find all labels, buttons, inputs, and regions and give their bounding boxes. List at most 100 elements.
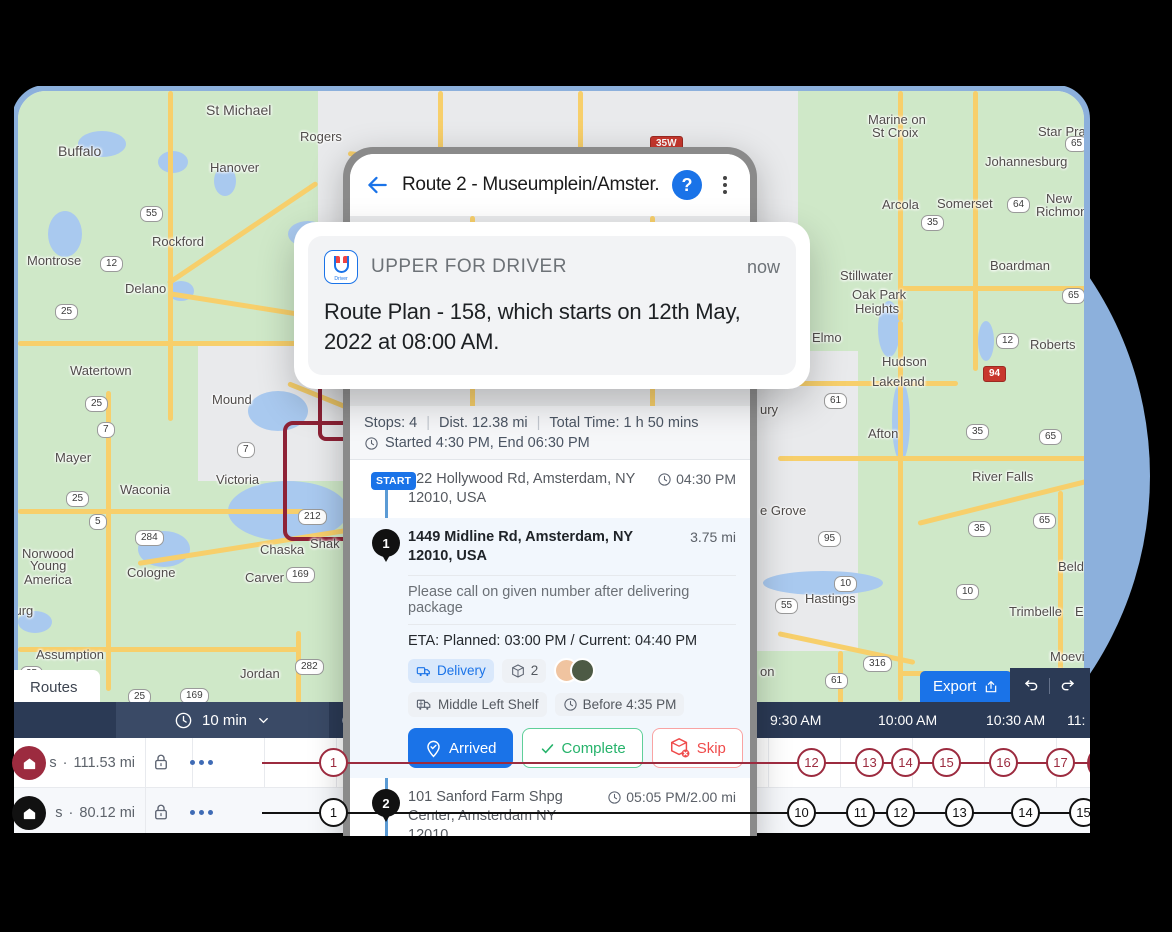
time-window-chip[interactable]: Before 4:35 PM bbox=[554, 693, 685, 716]
map-place-label: Hastings bbox=[805, 591, 856, 606]
map-highway bbox=[18, 509, 318, 514]
timeline-tick: 10:00 AM bbox=[878, 712, 938, 728]
map-place-label: Rockford bbox=[152, 234, 205, 249]
location-check-icon bbox=[427, 740, 440, 757]
stop-tags: Delivery 2 bbox=[408, 658, 736, 683]
map-place-label: on bbox=[760, 664, 775, 679]
map-lake bbox=[48, 211, 82, 257]
gantt-row-distance: 80.12 mi bbox=[79, 804, 135, 821]
gantt-stop-node[interactable]: 12 bbox=[886, 798, 915, 827]
gantt-stop-node[interactable]: 1 bbox=[319, 798, 348, 827]
screenshot-root: St Michael Rogers Buffalo Hanover Rockford Mo… bbox=[0, 0, 1172, 932]
notification-toast[interactable]: Driver UPPER FOR DRIVER now Route Plan -… bbox=[294, 222, 810, 389]
gantt-home-node[interactable] bbox=[12, 746, 46, 780]
gantt-stop-node[interactable]: 10 bbox=[787, 798, 816, 827]
gantt-stop-node[interactable]: 17 bbox=[1046, 748, 1075, 777]
routes-tab[interactable]: Routes bbox=[8, 670, 100, 705]
assignee-avatars[interactable] bbox=[554, 658, 596, 683]
start-badge: START bbox=[371, 472, 417, 490]
gantt-stop-node[interactable]: 15 bbox=[1069, 798, 1090, 827]
stop-note: Please call on given number after delive… bbox=[408, 575, 736, 624]
summary-schedule: Started 4:30 PM, End 06:30 PM bbox=[385, 435, 590, 451]
timeline-tick: 10:30 AM bbox=[986, 712, 1046, 728]
timeline-tick: 11: bbox=[1067, 712, 1086, 728]
avatar bbox=[570, 658, 596, 683]
gantt-stop-node[interactable]: 1 bbox=[319, 748, 348, 777]
map-place-label: nburg bbox=[18, 603, 34, 618]
more-dots-icon[interactable] bbox=[190, 760, 213, 765]
more-dots-icon[interactable] bbox=[190, 810, 213, 815]
map-place-label: Assumption bbox=[36, 647, 104, 662]
stop-item-start[interactable]: START 122 Hollywood Rd, Amsterdam, NY 12… bbox=[350, 460, 750, 518]
gantt-home-node[interactable] bbox=[12, 796, 46, 830]
stop-item-1[interactable]: 1 1449 Midline Rd, Amsterdam, NY 12010, … bbox=[350, 518, 750, 778]
gantt-stop-node[interactable]: 14 bbox=[1011, 798, 1040, 827]
stop-list: START 122 Hollywood Rd, Amsterdam, NY 12… bbox=[350, 460, 750, 847]
back-arrow-icon[interactable] bbox=[364, 172, 390, 198]
redo-icon[interactable] bbox=[1060, 677, 1079, 696]
clock-icon bbox=[563, 698, 577, 711]
gantt-stop-node[interactable]: 13 bbox=[855, 748, 884, 777]
map-highway bbox=[898, 286, 1084, 291]
map-place-label: Cologne bbox=[127, 565, 176, 580]
map-route-shield: 35 bbox=[968, 521, 992, 537]
package-count-chip[interactable]: 2 bbox=[501, 658, 547, 683]
map-place-label: Carver bbox=[245, 570, 285, 585]
map-route-shield: 55 bbox=[775, 598, 799, 614]
map-place-label: Heights bbox=[855, 301, 900, 316]
map-route-shield: 284 bbox=[135, 530, 164, 546]
stop-meta: 04:30 PM bbox=[657, 470, 736, 487]
lock-icon[interactable] bbox=[152, 752, 170, 772]
notification-time: now bbox=[746, 256, 780, 277]
gantt-stop-node[interactable]: 15 bbox=[932, 748, 961, 777]
interval-selector[interactable]: 10 min bbox=[116, 702, 329, 738]
map-route-shield: 282 bbox=[295, 659, 324, 675]
interval-label: 10 min bbox=[201, 711, 248, 729]
stop-meta: 3.75 mi bbox=[690, 529, 736, 545]
map-route-shield: 25 bbox=[55, 304, 79, 320]
gantt-stop-node[interactable]: 11 bbox=[846, 798, 875, 827]
gantt-stop-node[interactable]: 13 bbox=[945, 798, 974, 827]
clock-icon bbox=[658, 472, 671, 486]
stop-address: 1449 Midline Rd, Amsterdam, NY 12010, US… bbox=[408, 529, 633, 564]
stop-pin: 1 bbox=[372, 529, 400, 562]
map-place-label: Rogers bbox=[300, 129, 342, 144]
map-route-shield: 64 bbox=[1007, 197, 1031, 213]
app-icon-label: Driver bbox=[334, 276, 348, 282]
map-lake bbox=[978, 321, 994, 361]
map-place-label: St Michael bbox=[206, 102, 272, 118]
chevron-down-icon[interactable] bbox=[256, 713, 271, 728]
gantt-stop-node[interactable]: 14 bbox=[891, 748, 920, 777]
timeline-tick: 9:30 AM bbox=[770, 712, 822, 728]
map-route-shield: 61 bbox=[825, 673, 849, 689]
delivery-truck-icon bbox=[416, 666, 430, 676]
map-place-label: Afton bbox=[868, 426, 899, 441]
gantt-stop-node[interactable]: 16 bbox=[989, 748, 1018, 777]
shelf-chip[interactable]: Middle Left Shelf bbox=[408, 692, 547, 717]
app-bar: Route 2 - Museumplein/Amster.. ? bbox=[350, 154, 750, 216]
map-place-label: Belder bbox=[1058, 559, 1084, 574]
home-icon bbox=[23, 758, 35, 769]
kebab-menu-icon[interactable] bbox=[714, 176, 736, 194]
map-place-label: Buffalo bbox=[58, 143, 102, 159]
undo-icon[interactable] bbox=[1020, 677, 1039, 696]
map-place-label: Lakeland bbox=[872, 374, 925, 389]
map-route-shield: 10 bbox=[834, 576, 858, 592]
map-place-label: Stillwater bbox=[840, 268, 893, 283]
gantt-end-node[interactable] bbox=[1087, 746, 1090, 780]
map-place-label: e Grove bbox=[760, 503, 807, 518]
map-route-shield: 25 bbox=[85, 396, 109, 412]
delivery-chip[interactable]: Delivery bbox=[408, 658, 494, 683]
lock-icon[interactable] bbox=[152, 802, 170, 822]
notification-message: Route Plan - 158, which starts on 12th M… bbox=[324, 299, 741, 354]
help-button[interactable]: ? bbox=[672, 170, 702, 200]
map-place-label: Trimbelle bbox=[1009, 604, 1062, 619]
gantt-stop-node[interactable]: 12 bbox=[797, 748, 826, 777]
map-place-label: St Croix bbox=[872, 125, 919, 140]
map-lake bbox=[158, 151, 188, 173]
map-route-shield: 169 bbox=[286, 567, 315, 583]
map-place-label: ury bbox=[760, 402, 779, 417]
export-button[interactable]: Export bbox=[920, 671, 1013, 702]
summary-stops: Stops: 4 bbox=[364, 415, 418, 431]
stop-meta: 05:05 PM/2.00 mi bbox=[607, 788, 736, 805]
